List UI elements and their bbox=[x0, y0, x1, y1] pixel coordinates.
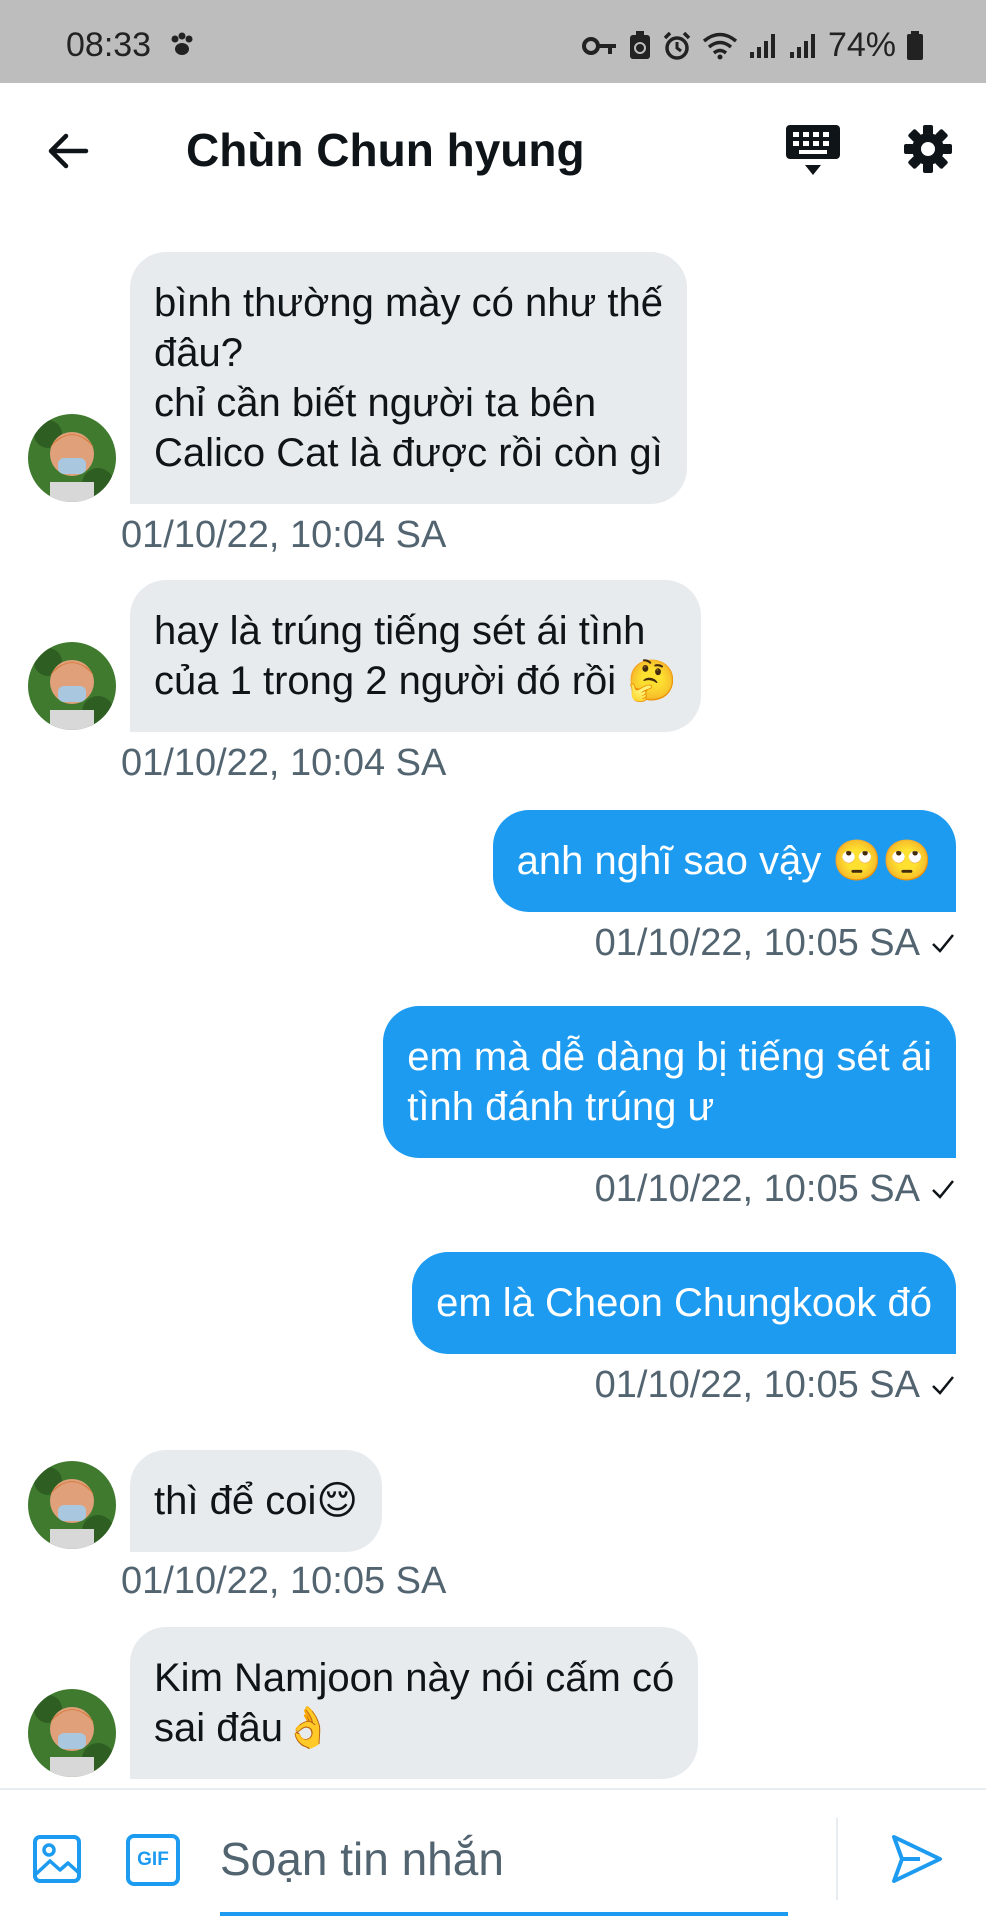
message-text: của 1 trong 2 người đó rồi 🤔 bbox=[154, 659, 678, 703]
alarm-icon bbox=[662, 31, 692, 61]
message-text: em là Cheon Chungkook đó bbox=[436, 1281, 932, 1325]
message-timestamp: 01/10/22, 10:05 SA bbox=[594, 1168, 920, 1210]
avatar[interactable] bbox=[28, 642, 116, 730]
message-timestamp: 01/10/22, 10:04 SA bbox=[121, 742, 447, 784]
recycle-icon bbox=[628, 30, 652, 61]
message-timestamp-row: 01/10/22, 10:05 SA bbox=[595, 1168, 956, 1211]
message-bubble-outgoing[interactable]: em là Cheon Chungkook đó bbox=[412, 1252, 956, 1354]
send-icon bbox=[892, 1835, 942, 1883]
message-text: Kim Namjoon này nói cấm có bbox=[154, 1656, 675, 1700]
back-button[interactable] bbox=[44, 127, 92, 175]
gif-button[interactable]: GIF bbox=[126, 1834, 180, 1886]
message-bubble-outgoing[interactable]: anh nghĩ sao vậy 🙄🙄 bbox=[492, 810, 956, 912]
sent-check-icon bbox=[930, 1168, 956, 1211]
message-bubble-outgoing[interactable]: em mà dễ dàng bị tiếng sét ái tình đánh … bbox=[383, 1006, 956, 1158]
message-timestamp: 01/10/22, 10:05 SA bbox=[121, 1560, 447, 1602]
message-text: sai đâu👌 bbox=[154, 1706, 333, 1750]
message-text: anh nghĩ sao vậy 🙄🙄 bbox=[516, 839, 932, 883]
message-text: thì để coi😌 bbox=[154, 1479, 359, 1523]
avatar[interactable] bbox=[28, 1689, 116, 1777]
message-composer: GIF bbox=[0, 1788, 986, 1920]
key-icon bbox=[581, 33, 618, 59]
message-text: đâu? bbox=[154, 331, 243, 375]
sent-check-icon bbox=[930, 922, 956, 965]
message-text: bình thường mày có như thế bbox=[154, 281, 663, 325]
battery-percent: 74% bbox=[827, 26, 896, 64]
message-text: chỉ cần biết người ta bên bbox=[154, 381, 597, 425]
message-bubble-incoming[interactable]: hay là trúng tiếng sét ái tình của 1 tro… bbox=[130, 580, 702, 732]
avatar[interactable] bbox=[28, 414, 116, 502]
message-timestamp-row: 01/10/22, 10:05 SA bbox=[595, 1364, 956, 1407]
message-text: em mà dễ dàng bị tiếng sét ái bbox=[407, 1035, 932, 1079]
composer-divider bbox=[836, 1818, 838, 1900]
keyboard-button[interactable] bbox=[784, 123, 842, 179]
sent-check-icon bbox=[930, 1364, 956, 1407]
conversation-header: Chùn Chun hyung bbox=[0, 83, 986, 221]
add-image-button[interactable] bbox=[32, 1834, 82, 1884]
status-icons: 74% bbox=[581, 26, 924, 65]
status-time: 08:33 bbox=[66, 26, 152, 64]
gif-icon: GIF bbox=[137, 1849, 169, 1870]
input-focus-underline bbox=[220, 1912, 788, 1916]
message-timestamp: 01/10/22, 10:04 SA bbox=[121, 514, 447, 556]
battery-icon bbox=[906, 30, 924, 61]
avatar[interactable] bbox=[28, 1461, 116, 1549]
gear-icon bbox=[904, 125, 952, 173]
signal-icon bbox=[748, 32, 778, 60]
image-icon bbox=[33, 1835, 81, 1883]
send-button[interactable] bbox=[890, 1832, 944, 1886]
message-timestamp: 01/10/22, 10:05 SA bbox=[594, 922, 920, 964]
message-text: hay là trúng tiếng sét ái tình bbox=[154, 609, 646, 653]
settings-button[interactable] bbox=[902, 123, 954, 175]
message-text: tình đánh trúng ư bbox=[407, 1085, 715, 1129]
message-bubble-incoming[interactable]: Kim Namjoon này nói cấm có sai đâu👌 bbox=[130, 1627, 699, 1779]
keyboard-icon bbox=[786, 125, 840, 175]
message-text: Calico Cat là được rồi còn gì bbox=[154, 431, 663, 475]
conversation-title: Chùn Chun hyung bbox=[186, 124, 585, 176]
back-arrow-icon bbox=[48, 133, 89, 169]
message-bubble-incoming[interactable]: bình thường mày có như thế đâu? chỉ cần … bbox=[130, 252, 687, 504]
signal-icon-2 bbox=[788, 32, 818, 60]
message-input[interactable] bbox=[220, 1824, 788, 1894]
status-bar: 08:33 74% bbox=[0, 0, 986, 83]
wifi-icon bbox=[702, 32, 738, 60]
paw-icon bbox=[168, 30, 196, 63]
message-timestamp-row: 01/10/22, 10:05 SA bbox=[595, 922, 956, 965]
message-bubble-incoming[interactable]: thì để coi😌 bbox=[130, 1450, 383, 1552]
message-timestamp: 01/10/22, 10:05 SA bbox=[594, 1364, 920, 1406]
